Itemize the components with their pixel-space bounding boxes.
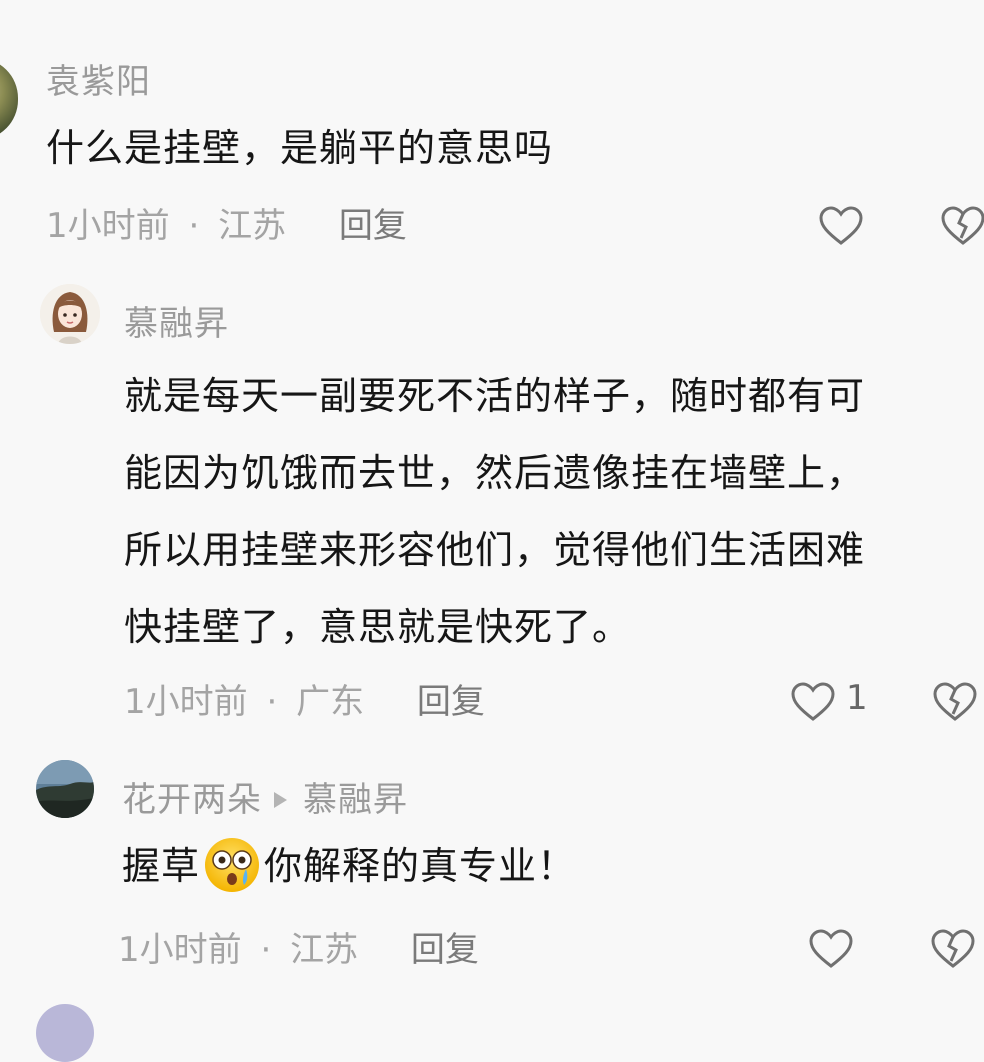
separator: ·: [188, 206, 200, 246]
comment-text-line: 就是每天一副要死不活的样子，随时都有可: [124, 374, 866, 418]
avatar[interactable]: [40, 284, 100, 344]
reply-button[interactable]: 回复: [411, 930, 479, 970]
comment-text: 什么是挂壁，是躺平的意思吗: [46, 126, 554, 170]
comment-text-line: 能因为饥饿而去世，然后遗像挂在墙壁上，: [124, 451, 866, 495]
like-button[interactable]: [808, 928, 854, 970]
landscape-avatar-icon: [36, 760, 94, 818]
reply-button[interactable]: 回复: [339, 206, 407, 246]
comment-text: 握草 你解释的真专业！: [122, 828, 576, 905]
username-line: 花开两朵 慕融昇: [122, 772, 408, 821]
time-label: 1小时前: [124, 682, 248, 722]
comment-text-line: 快挂壁了，意思就是快死了。: [124, 605, 632, 649]
location-label: 江苏: [290, 930, 359, 970]
like-count: 1: [846, 678, 868, 718]
dislike-button[interactable]: [930, 928, 976, 970]
reply-to-username[interactable]: 慕融昇: [303, 780, 408, 820]
comment-item: 袁紫阳 什么是挂壁，是躺平的意思吗 1小时前 · 江苏 回复: [0, 0, 984, 260]
broken-heart-icon: [941, 206, 984, 245]
avatar[interactable]: [0, 58, 18, 140]
reply-arrow-icon: [274, 791, 287, 808]
like-button[interactable]: [790, 681, 836, 723]
avatar[interactable]: [36, 1004, 94, 1062]
avatar[interactable]: [36, 760, 94, 818]
reply-button[interactable]: 回复: [417, 682, 485, 722]
separator: ·: [266, 682, 278, 722]
time-label: 1小时前: [46, 206, 170, 246]
username[interactable]: 花开两朵: [122, 780, 262, 820]
comment-meta: 1小时前 · 江苏 回复: [118, 922, 479, 971]
shocked-crying-emoji-icon: [202, 835, 262, 895]
separator: ·: [260, 930, 272, 970]
like-button[interactable]: [818, 205, 864, 247]
username[interactable]: 慕融昇: [124, 296, 229, 345]
heart-icon: [819, 206, 863, 245]
girl-avatar-icon: [40, 284, 100, 344]
time-label: 1小时前: [118, 930, 242, 970]
location-label: 江苏: [218, 206, 287, 246]
dislike-button[interactable]: [940, 205, 984, 247]
heart-icon: [809, 929, 853, 968]
comment-meta: 1小时前 · 广东 回复: [124, 674, 485, 723]
username[interactable]: 袁紫阳: [46, 54, 151, 103]
heart-icon: [791, 682, 835, 721]
comment-text-part: 握草: [122, 844, 201, 888]
comment-item: 慕融昇 就是每天一副要死不活的样子，随时都有可 能因为饥饿而去世，然后遗像挂在墙…: [0, 260, 984, 740]
comment-meta: 1小时前 · 江苏 回复: [46, 198, 407, 247]
location-label: 广东: [296, 682, 365, 722]
comment-text-line: 所以用挂壁来形容他们，觉得他们生活困难: [124, 528, 866, 572]
broken-heart-icon: [931, 929, 975, 968]
dislike-button[interactable]: [932, 681, 978, 723]
comment-text-part: 你解释的真专业！: [264, 844, 577, 888]
broken-heart-icon: [933, 682, 977, 721]
comment-item: 花开两朵 慕融昇 握草 你解释的真专业！ 1小时前 · 江苏 回复: [0, 740, 984, 1000]
